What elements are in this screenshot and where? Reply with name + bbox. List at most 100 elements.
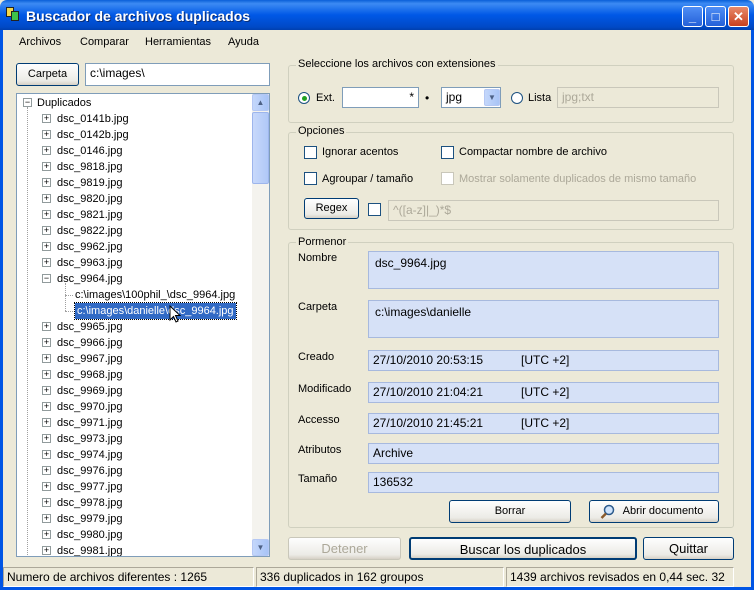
tree-item[interactable]: dsc_9821.jpg [57,207,122,223]
expand-icon[interactable]: + [42,370,51,379]
expand-icon[interactable]: + [42,226,51,235]
compact-name-checkbox[interactable] [441,146,454,159]
combo-dropdown-icon[interactable]: ▼ [484,89,500,106]
expand-icon[interactable]: + [42,242,51,251]
group-size-checkbox[interactable] [304,172,317,185]
expand-icon[interactable]: + [42,194,51,203]
expand-icon[interactable]: + [42,450,51,459]
expand-icon[interactable]: + [42,498,51,507]
menu-ayuda[interactable]: Ayuda [228,36,259,48]
ext-input[interactable]: * [342,87,419,108]
tree-child[interactable]: c:\images\100phil_\dsc_9964.jpg [75,287,235,303]
tree-item-expanded[interactable]: dsc_9964.jpg [57,271,122,287]
tree-item[interactable]: dsc_9981.jpg [57,543,122,556]
expand-icon[interactable]: + [42,146,51,155]
options-group-label: Opciones [296,125,347,137]
tree-item[interactable]: dsc_9976.jpg [57,463,122,479]
tree-item[interactable]: dsc_0142b.jpg [57,127,129,143]
expand-icon[interactable]: + [42,466,51,475]
tree-item[interactable]: dsc_9980.jpg [57,527,122,543]
search-duplicates-button[interactable]: Buscar los duplicados [409,537,637,560]
tree-item[interactable]: dsc_9977.jpg [57,479,122,495]
tree-item[interactable]: dsc_0146.jpg [57,143,122,159]
tree-item[interactable]: dsc_9971.jpg [57,415,122,431]
expand-icon[interactable]: + [42,130,51,139]
maximize-button[interactable]: □ [705,6,726,27]
tree-item[interactable]: dsc_0141b.jpg [57,111,129,127]
status-duplicates: 336 duplicados in 162 groupos [256,567,504,587]
regex-button[interactable]: Regex [304,198,359,219]
expand-icon[interactable]: + [42,402,51,411]
expand-icon[interactable]: + [42,322,51,331]
status-distinct-files: Numero de archivos diferentes : 1265 [3,567,254,587]
tree-scrollbar[interactable]: ▲ ▼ [252,94,269,556]
duplicates-tree[interactable]: − Duplicados + dsc_0141b.jpg + dsc_0142b.jpg +… [16,93,270,557]
expand-icon[interactable]: + [42,210,51,219]
expand-icon[interactable]: + [42,546,51,555]
collapse-icon[interactable]: − [23,98,32,107]
close-button[interactable]: ✕ [728,6,749,27]
stop-button[interactable]: Detener [288,537,401,560]
list-radio[interactable] [511,92,523,104]
menu-archivos[interactable]: Archivos [19,36,61,48]
folder-field: c:\images\danielle [368,300,719,338]
magnifier-icon [600,504,616,520]
tree-item[interactable]: dsc_9819.jpg [57,175,122,191]
tree-child-selected[interactable]: c:\images\danielle\dsc_9964.jpg [74,302,237,320]
expand-icon[interactable]: + [42,178,51,187]
expand-icon[interactable]: + [42,434,51,443]
tree-item[interactable]: dsc_9978.jpg [57,495,122,511]
expand-icon[interactable]: + [42,258,51,267]
expand-icon[interactable]: + [42,354,51,363]
folder-path-input[interactable]: c:\images\ [85,63,270,86]
regex-input[interactable]: ^([a-z]|_)*$ [388,200,719,221]
menu-herramientas[interactable]: Herramientas [145,36,211,48]
tree-item[interactable]: dsc_9966.jpg [57,335,122,351]
tree-item[interactable]: dsc_9968.jpg [57,367,122,383]
expand-icon[interactable]: + [42,482,51,491]
tree-item[interactable]: dsc_9973.jpg [57,431,122,447]
ext-radio[interactable] [298,92,310,104]
name-field: dsc_9964.jpg [368,251,719,289]
tree-item[interactable]: dsc_9818.jpg [57,159,122,175]
scroll-up-arrow[interactable]: ▲ [252,94,269,111]
ignore-accents-checkbox[interactable] [304,146,317,159]
compact-name-label: Compactar nombre de archivo [459,146,607,158]
expand-icon[interactable]: + [42,418,51,427]
expand-icon[interactable]: + [42,386,51,395]
delete-button[interactable]: Borrar [449,500,571,523]
scroll-thumb[interactable] [252,112,269,184]
modified-value: 27/10/2010 21:04:21 [373,385,484,399]
details-group-label: Pormenor [296,236,349,248]
extension-combo[interactable]: jpg ▼ [441,87,501,108]
list-input[interactable]: jpg;txt [557,87,719,108]
menu-comparar[interactable]: Comparar [80,36,129,48]
tree-item[interactable]: dsc_9822.jpg [57,223,122,239]
tree-item[interactable]: dsc_9969.jpg [57,383,122,399]
expand-icon[interactable]: + [42,162,51,171]
expand-icon[interactable]: + [42,514,51,523]
tree-item[interactable]: dsc_9820.jpg [57,191,122,207]
same-size-checkbox[interactable] [441,172,454,185]
tree-item[interactable]: dsc_9974.jpg [57,447,122,463]
tree-item[interactable]: dsc_9962.jpg [57,239,122,255]
tree-root-duplicates[interactable]: Duplicados [37,95,91,111]
tree-item[interactable]: dsc_9970.jpg [57,399,122,415]
folder-button[interactable]: Carpeta [16,63,79,86]
regex-checkbox[interactable] [368,203,381,216]
expand-icon[interactable]: + [42,114,51,123]
tree-item[interactable]: dsc_9967.jpg [57,351,122,367]
tree-item[interactable]: dsc_9963.jpg [57,255,122,271]
collapse-icon[interactable]: − [42,274,51,283]
tree-connector [27,107,28,556]
accessed-tz: [UTC +2] [521,416,570,430]
expand-icon[interactable]: + [42,338,51,347]
quit-button[interactable]: Quittar [643,537,734,560]
tree-item[interactable]: dsc_9965.jpg [57,319,122,335]
tree-item[interactable]: dsc_9979.jpg [57,511,122,527]
expand-icon[interactable]: + [42,530,51,539]
scroll-down-arrow[interactable]: ▼ [252,539,269,556]
open-document-button[interactable]: Abrir documento [589,500,719,523]
title-bar[interactable]: Buscador de archivos duplicados _ □ ✕ [0,0,754,30]
minimize-button[interactable]: _ [682,6,703,27]
